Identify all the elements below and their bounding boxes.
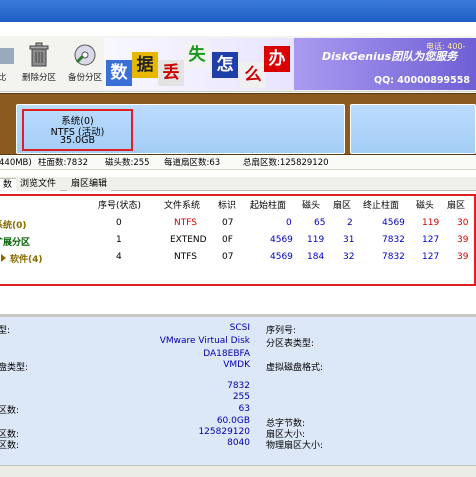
row-software-start-cyl: 4569 xyxy=(270,252,293,262)
banner-char-3: 丢 xyxy=(158,60,184,86)
row-software-start-sec: 32 xyxy=(343,252,355,262)
row-system-id: 07 xyxy=(222,218,234,228)
row-software-end-sec: 39 xyxy=(457,252,469,262)
tab-browse-files[interactable]: 浏览文件 xyxy=(16,178,61,191)
row-system-end-cyl: 4569 xyxy=(382,218,405,228)
disk-heads: 磁头数:255 xyxy=(105,158,150,168)
row-system-start-cyl: 0 xyxy=(286,218,292,228)
banner-char-4: 失 xyxy=(184,42,210,68)
row-software-fs: NTFS xyxy=(174,252,197,262)
backup-partition-button[interactable]: 备份分区 xyxy=(60,42,110,88)
disk-capacity: 440MB) xyxy=(0,158,32,168)
detail-interface-value: SCSI xyxy=(229,323,250,333)
row-software-end-cyl: 7832 xyxy=(382,252,405,262)
tab-partition-params[interactable]: 数 xyxy=(0,178,18,191)
table-empty-area xyxy=(0,288,476,314)
row-system-name[interactable]: 系统(0) xyxy=(0,218,27,231)
disk-info-line: 440MB) 柱面数:7832 磁头数:255 每道扇区数:63 总扇区数:12… xyxy=(0,156,476,170)
promo-banner[interactable]: 数 据 丢 失 怎 么 办 电话: 400- DiskGenius团队为您服务 … xyxy=(104,38,476,90)
detail-label-sectors-c: 区数: xyxy=(0,441,20,451)
col-header-start-cylinder[interactable]: 起始柱面 xyxy=(250,198,286,211)
toolbar-partial-label: 比 xyxy=(0,73,7,83)
detail-total-sectors-value: 125829120 xyxy=(198,427,250,437)
detail-label-serial: 序列号: xyxy=(266,326,297,336)
row-software-index: 4 xyxy=(116,252,122,262)
row-extended-end-head: 127 xyxy=(422,235,440,245)
row-extended-id: 0F xyxy=(222,235,233,245)
col-header-start-head[interactable]: 磁头 xyxy=(302,198,320,211)
col-header-end-cylinder[interactable]: 终止柱面 xyxy=(363,198,399,211)
window-title-bar xyxy=(0,0,476,22)
disc-backup-icon xyxy=(74,44,96,66)
disk-total-sectors: 总扇区数:125829120 xyxy=(243,158,329,168)
row-extended-fs: EXTEND xyxy=(170,235,207,245)
row-software-id: 07 xyxy=(222,252,234,262)
col-header-start-sector[interactable]: 扇区 xyxy=(333,198,351,211)
banner-char-6: 么 xyxy=(240,62,266,88)
status-bar xyxy=(0,465,476,477)
partition-size: 35.0GB xyxy=(59,135,96,146)
row-system-end-sec: 30 xyxy=(457,218,469,228)
delete-partition-label: 删除分区 xyxy=(21,73,56,83)
banner-qq: QQ: 40000899558 xyxy=(374,75,470,86)
banner-char-2: 据 xyxy=(132,52,158,78)
row-extended-name[interactable]: 扩展分区 xyxy=(0,235,30,248)
detail-heads-value: 255 xyxy=(232,392,250,402)
row-software-start-head: 184 xyxy=(307,252,325,262)
toolbar-button-partial[interactable]: 比 xyxy=(0,42,14,88)
detail-capacity-value: 60.0GB xyxy=(216,416,250,426)
backup-partition-label: 备份分区 xyxy=(67,73,102,83)
row-software-name[interactable]: 软件(4) xyxy=(10,252,43,265)
row-extended-end-cyl: 7832 xyxy=(382,235,405,245)
detail-sectors-per-track-value: 63 xyxy=(238,404,250,414)
tab-bar: 数 浏览文件 扇区编辑 xyxy=(0,177,476,191)
detail-label-virtual-disk-format: 虚拟磁盘格式: xyxy=(266,363,324,373)
detail-label-sectors-a: 区数: xyxy=(0,406,20,416)
detail-label-partition-table-type: 分区表类型: xyxy=(266,339,315,349)
detail-extra-value: 8040 xyxy=(227,438,250,448)
delete-partition-button[interactable]: 删除分区 xyxy=(14,42,64,88)
detail-label-interface: 型: xyxy=(0,326,11,336)
detail-disk-id-value: DA18EBFA xyxy=(203,349,250,359)
row-extended-start-sec: 31 xyxy=(343,235,355,245)
tab-sector-editor[interactable]: 扇区编辑 xyxy=(67,178,112,191)
row-system-fs: NTFS xyxy=(174,218,197,228)
row-system-index: 0 xyxy=(116,218,122,228)
detail-label-disk-type: 盘类型: xyxy=(0,363,29,373)
disk-cylinders: 柱面数:7832 xyxy=(38,158,88,168)
col-header-id[interactable]: 标识 xyxy=(218,198,236,211)
banner-char-5: 怎 xyxy=(212,52,238,78)
row-extended-end-sec: 39 xyxy=(457,235,469,245)
expand-arrow-icon[interactable] xyxy=(0,253,8,263)
detail-label-physical-sector-size: 物理扇区大小: xyxy=(266,441,324,451)
banner-brand: DiskGenius团队为您服务 xyxy=(322,50,458,63)
detail-cylinders-value: 7832 xyxy=(227,381,250,391)
row-extended-start-cyl: 4569 xyxy=(270,235,293,245)
row-extended-start-head: 119 xyxy=(307,235,325,245)
row-system-start-sec: 2 xyxy=(347,218,353,228)
title-bar-edge xyxy=(0,22,476,36)
row-system-end-head: 119 xyxy=(422,218,440,228)
col-header-end-sector[interactable]: 扇区 xyxy=(447,198,465,211)
banner-char-7: 办 xyxy=(264,46,290,72)
row-extended-index: 1 xyxy=(116,235,122,245)
trash-icon xyxy=(29,42,49,67)
row-software-end-head: 127 xyxy=(422,252,440,262)
col-header-end-head[interactable]: 磁头 xyxy=(416,198,434,211)
col-header-index[interactable]: 序号(状态) xyxy=(98,198,141,211)
partition-block-extended[interactable] xyxy=(350,104,476,154)
detail-disk-type-value: VMDK xyxy=(223,360,250,370)
row-system-start-head: 65 xyxy=(314,218,326,228)
col-header-filesystem[interactable]: 文件系统 xyxy=(164,198,200,211)
disk-sectors-per-track: 每道扇区数:63 xyxy=(164,158,221,168)
detail-model-value: VMware Virtual Disk xyxy=(159,336,250,346)
banner-char-1: 数 xyxy=(106,60,132,86)
